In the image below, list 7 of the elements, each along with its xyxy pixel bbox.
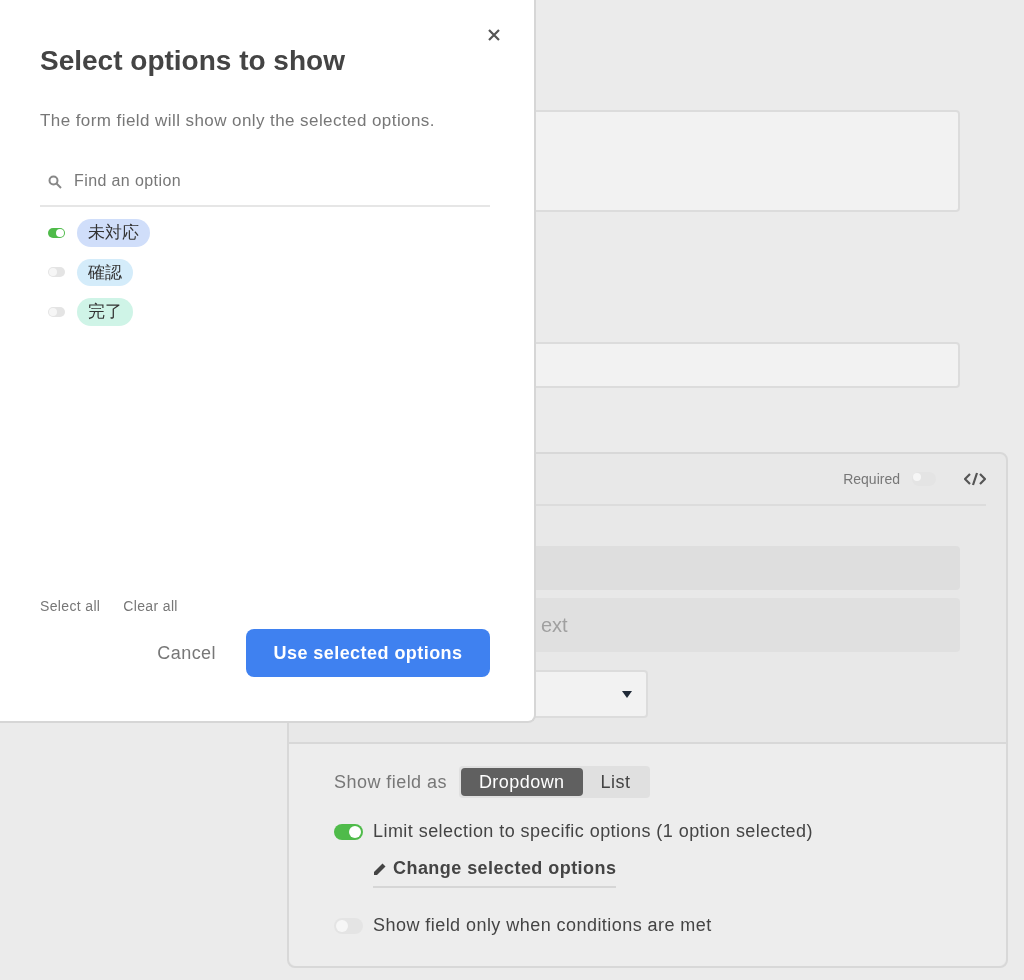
- dialog-title: Select options to show: [40, 44, 346, 78]
- show-field-label: Show field as: [334, 770, 447, 794]
- placeholder-text: ext: [541, 613, 568, 638]
- required-label: Required: [843, 469, 900, 489]
- setting-label: Limit selection to specific options (1 option selected): [373, 820, 813, 843]
- setting-label: Show field only when conditions are met: [373, 914, 712, 937]
- dialog-description: The form field will show only the selected options.: [40, 110, 435, 132]
